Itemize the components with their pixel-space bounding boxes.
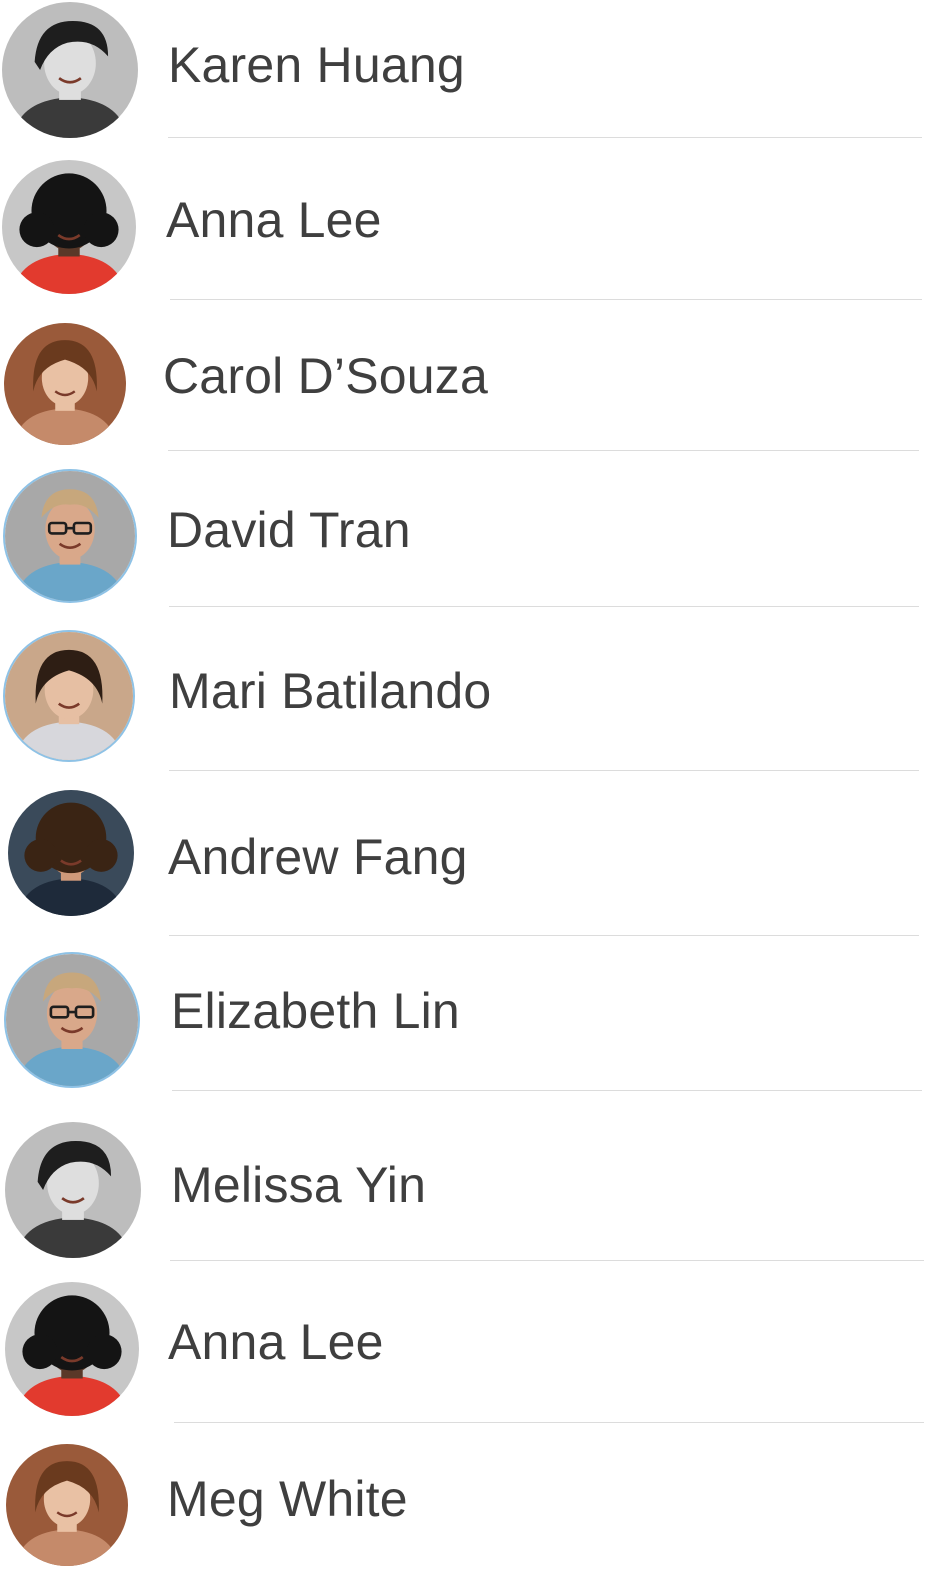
avatar xyxy=(2,2,138,138)
contact-row-7[interactable]: Elizabeth Lin xyxy=(0,935,934,1091)
contact-name: Melissa Yin xyxy=(171,1157,427,1213)
contact-row-3[interactable]: Carol D’Souza xyxy=(0,305,934,455)
contact-list: Karen Huang Anna Lee Carol D’Souza David… xyxy=(0,0,934,1583)
avatar xyxy=(2,160,136,294)
avatar xyxy=(4,323,126,445)
row-divider xyxy=(168,450,919,451)
contact-row-6[interactable]: Andrew Fang xyxy=(0,770,934,936)
contact-name: Meg White xyxy=(167,1471,408,1527)
contact-row-9[interactable]: Anna Lee xyxy=(0,1260,934,1423)
avatar xyxy=(5,1282,139,1416)
row-divider xyxy=(170,299,922,300)
contact-name: Elizabeth Lin xyxy=(171,983,460,1039)
contact-name: Mari Batilando xyxy=(169,663,492,719)
contact-name: Karen Huang xyxy=(168,37,465,93)
avatar xyxy=(3,630,135,762)
contact-name: Andrew Fang xyxy=(168,829,468,885)
contact-row-2[interactable]: Anna Lee xyxy=(0,150,934,305)
contact-name: Anna Lee xyxy=(166,192,382,248)
avatar xyxy=(5,1122,141,1258)
contact-row-1[interactable]: Karen Huang xyxy=(0,0,934,150)
row-divider xyxy=(168,137,922,138)
avatar xyxy=(4,952,140,1088)
contact-row-4[interactable]: David Tran xyxy=(0,455,934,610)
avatar xyxy=(3,469,137,603)
avatar xyxy=(8,790,134,916)
contact-name: David Tran xyxy=(167,502,411,558)
contact-name: Anna Lee xyxy=(168,1314,384,1370)
contact-row-5[interactable]: Mari Batilando xyxy=(0,610,934,771)
row-divider xyxy=(169,606,919,607)
contact-row-8[interactable]: Melissa Yin xyxy=(0,1090,934,1261)
contact-name: Carol D’Souza xyxy=(163,348,488,404)
avatar xyxy=(6,1444,128,1566)
contact-row-10[interactable]: Meg White xyxy=(0,1422,934,1583)
